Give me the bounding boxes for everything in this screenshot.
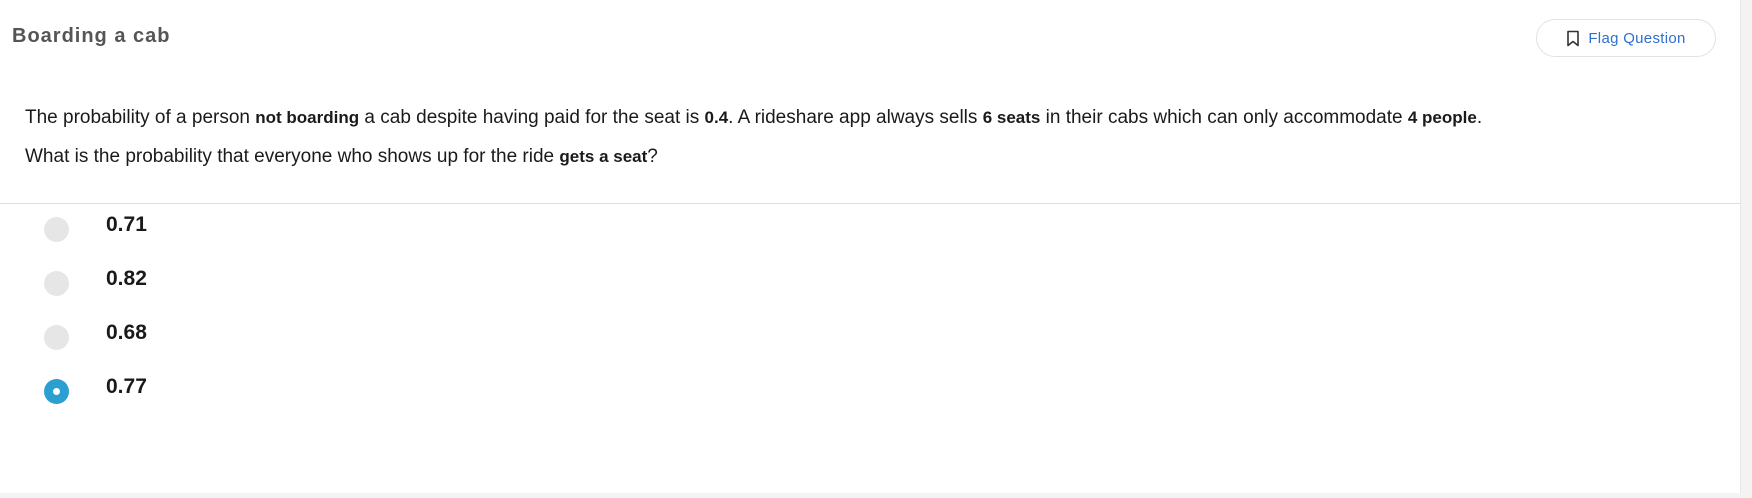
question-emphasis: not boarding	[255, 108, 360, 127]
question-text: The probability of a person not boarding…	[25, 98, 1725, 176]
answer-option[interactable]: 0.77	[0, 366, 400, 414]
answer-option[interactable]: 0.68	[0, 312, 400, 360]
answer-option-label: 0.68	[106, 321, 147, 344]
question-line-2: What is the probability that everyone wh…	[25, 137, 1725, 176]
question-title: Boarding a cab	[12, 25, 171, 47]
answer-option[interactable]: 0.82	[0, 258, 400, 306]
question-header: Boarding a cab Flag Question	[0, 0, 1740, 76]
question-emphasis: 6 seats	[982, 108, 1041, 127]
question-text-segment: What is the probability that everyone wh…	[25, 146, 560, 167]
question-text-segment: . A rideshare app always sells	[728, 107, 983, 128]
radio-button[interactable]	[44, 271, 69, 296]
question-emphasis: gets a seat	[559, 147, 648, 166]
flag-question-label: Flag Question	[1588, 29, 1686, 47]
page: Boarding a cab Flag Question The probabi…	[0, 0, 1752, 498]
question-text-segment: The probability of a person	[25, 107, 256, 128]
flag-question-button[interactable]: Flag Question	[1536, 19, 1716, 57]
radio-button[interactable]	[44, 217, 69, 242]
answer-option-label: 0.77	[106, 375, 147, 398]
question-text-segment: ?	[647, 146, 658, 167]
question-text-segment: a cab despite having paid for the seat i…	[359, 107, 705, 128]
question-line-1: The probability of a person not boarding…	[25, 98, 1725, 137]
question-text-segment: in their cabs which can only accommodate	[1040, 107, 1408, 128]
question-emphasis: 4 people	[1407, 108, 1477, 127]
answer-option[interactable]: 0.71	[0, 204, 400, 252]
radio-button[interactable]	[44, 325, 69, 350]
answer-option-label: 0.71	[106, 213, 147, 236]
question-emphasis: 0.4	[704, 108, 729, 127]
answer-option-label: 0.82	[106, 267, 147, 290]
radio-button-selected[interactable]	[44, 379, 69, 404]
question-card: Boarding a cab Flag Question The probabi…	[0, 0, 1741, 493]
bookmark-icon	[1566, 30, 1580, 47]
question-text-segment: .	[1476, 107, 1483, 128]
